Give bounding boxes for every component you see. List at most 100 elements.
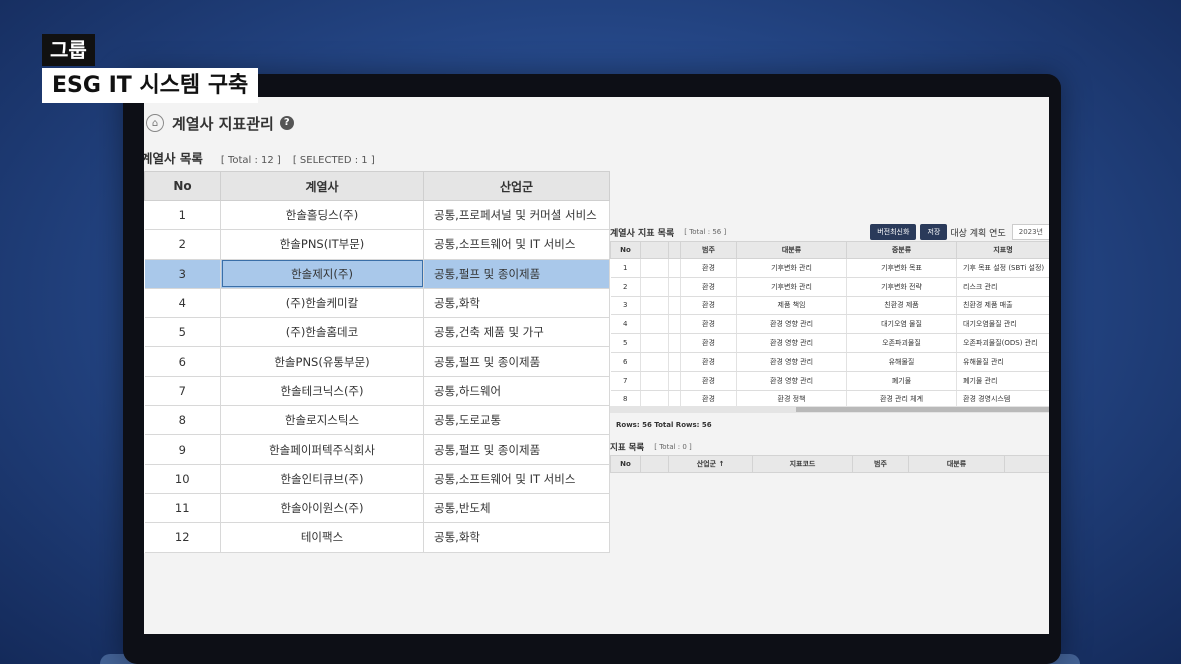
table-row[interactable]: 6 한솔PNS(유통부문) 공통,펄프 및 종이제품	[144, 346, 610, 377]
ind-no: 4	[610, 314, 641, 335]
code-col-code[interactable]: 지표코드	[752, 455, 853, 473]
row-industry: 공통,소프트웨어 및 IT 서비스	[423, 229, 610, 260]
table-row[interactable]: 10 한솔인티큐브(주) 공통,소프트웨어 및 IT 서비스	[144, 464, 610, 494]
col-affiliate[interactable]: 계열사	[220, 171, 424, 201]
affiliate-list-header: 계열사 목록 [ Total : 12 ] [ SELECTED : 1 ]	[144, 148, 375, 167]
table-row[interactable]: 5 (주)한솔홈데코 공통,건축 제품 및 가구	[144, 317, 610, 348]
ind-major: 기후변화 관리	[736, 277, 847, 297]
row-no: 4	[144, 288, 221, 319]
save-button[interactable]: 저장	[920, 224, 948, 240]
table-row[interactable]: 1 환경 기후변화 관리 기후변화 목표 기후 목표 설정 (SBTi 설정)	[610, 258, 1049, 278]
code-col-industry[interactable]: 산업군 ↑	[668, 455, 753, 473]
ind-col-category[interactable]: 범주	[680, 241, 737, 259]
ind-name: 폐기물 관리	[956, 371, 1049, 391]
ind-major: 환경 영향 관리	[736, 352, 847, 372]
ind-major: 제품 책임	[736, 296, 847, 316]
indicator-list-title: 계열사 지표 목록	[610, 228, 675, 239]
caption-title: ESG IT 시스템 구축	[42, 68, 259, 103]
ind-col-no[interactable]: No	[610, 241, 641, 259]
row-affiliate: 한솔제지(주)	[220, 259, 424, 289]
ind-check[interactable]	[640, 371, 669, 391]
indicator-code-header: 지표 목록 [ Total : 0 ]	[610, 441, 692, 453]
plan-year-select[interactable]: 2023년	[1011, 224, 1049, 240]
ind-no: 6	[610, 352, 641, 372]
ind-name: 대기오염물질 관리	[956, 314, 1049, 335]
table-row[interactable]: 8 한솔로지스틱스 공통,도로교통	[144, 405, 610, 436]
table-row[interactable]: 2 한솔PNS(IT부문) 공통,소프트웨어 및 IT 서비스	[144, 229, 610, 260]
table-row[interactable]: 6 환경 환경 영향 관리 유해물질 유해물질 관리	[610, 352, 1049, 372]
horizontal-scrollbar[interactable]	[610, 406, 1049, 413]
ind-check[interactable]	[640, 333, 669, 353]
ind-check[interactable]	[640, 296, 669, 316]
ind-col-major[interactable]: 대분류	[736, 241, 847, 259]
ind-blank	[668, 371, 681, 391]
row-industry: 공통,펄프 및 종이제품	[423, 434, 610, 465]
affiliate-list-title: 계열사 목록	[144, 151, 203, 166]
row-industry: 공통,펄프 및 종이제품	[423, 259, 610, 289]
ind-no: 5	[610, 333, 641, 353]
col-industry[interactable]: 산업군	[423, 171, 610, 201]
home-icon[interactable]: ⌂	[146, 114, 164, 132]
table-row[interactable]: 7 환경 환경 영향 관리 폐기물 폐기물 관리	[610, 371, 1049, 391]
row-industry: 공통,프로페셔널 및 커머셜 서비스	[423, 200, 610, 231]
indicator-panel: 계열사 지표 목록 [ Total : 56 ] 버전최신화 저장 대상 계획 …	[610, 215, 1049, 634]
col-no[interactable]: No	[144, 171, 221, 201]
ind-col-middle[interactable]: 중분류	[846, 241, 957, 259]
code-col-category[interactable]: 범주	[852, 455, 909, 473]
row-no: 11	[144, 493, 221, 524]
ind-check[interactable]	[640, 314, 669, 335]
code-col-extra	[1004, 455, 1049, 473]
ind-name: 오존파괴물질(ODS) 관리	[956, 333, 1049, 353]
ind-col-blank1	[640, 241, 669, 259]
table-row[interactable]: 11 한솔아이원스(주) 공통,반도체	[144, 493, 610, 524]
indicator-code-table: No 산업군 ↑ 지표코드 범주 대분류	[610, 455, 1049, 473]
row-industry: 공통,소프트웨어 및 IT 서비스	[423, 464, 610, 494]
row-no: 1	[144, 200, 221, 231]
row-affiliate: (주)한솔케미칼	[220, 288, 424, 319]
row-affiliate: 한솔홀딩스(주)	[220, 200, 424, 231]
table-row[interactable]: 5 환경 환경 영향 관리 오존파괴물질 오존파괴물질(ODS) 관리	[610, 333, 1049, 353]
row-affiliate: 한솔페이퍼텍주식회사	[220, 434, 424, 465]
code-col-no[interactable]: No	[610, 455, 641, 473]
ind-no: 3	[610, 296, 641, 316]
ind-check[interactable]	[640, 352, 669, 372]
row-industry: 공통,펄프 및 종이제품	[423, 346, 610, 377]
ind-blank	[668, 296, 681, 316]
scrollbar-thumb[interactable]	[796, 407, 1049, 412]
table-row[interactable]: 3 환경 제품 책임 친환경 제품 친환경 제품 매출	[610, 296, 1049, 316]
table-row[interactable]: 12 테이팩스 공통,화학	[144, 522, 610, 553]
code-col-major[interactable]: 대분류	[908, 455, 1005, 473]
table-row[interactable]: 4 (주)한솔케미칼 공통,화학	[144, 288, 610, 319]
affiliate-table: No 계열사 산업군 1 한솔홀딩스(주) 공통,프로페셔널 및 커머셜 서비스 2 한…	[144, 171, 610, 553]
ind-blank	[668, 277, 681, 297]
ind-check[interactable]	[640, 277, 669, 297]
ind-name: 기후 목표 설정 (SBTi 설정)	[956, 258, 1049, 278]
code-col-blank	[640, 455, 669, 473]
ind-name: 리스크 관리	[956, 277, 1049, 297]
row-industry: 공통,하드웨어	[423, 376, 610, 407]
table-row[interactable]: 4 환경 환경 영향 관리 대기오염 물질 대기오염물질 관리	[610, 314, 1049, 335]
table-row[interactable]: 3 한솔제지(주) 공통,펄프 및 종이제품	[144, 259, 610, 289]
ind-no: 7	[610, 371, 641, 391]
row-affiliate: (주)한솔홈데코	[220, 317, 424, 348]
ind-blank	[668, 258, 681, 278]
ind-col-name[interactable]: 지표명	[956, 241, 1049, 259]
ind-no: 1	[610, 258, 641, 278]
page-title: 계열사 지표관리	[172, 114, 274, 133]
ind-category: 환경	[680, 277, 737, 297]
table-row[interactable]: 2 환경 기후변화 관리 기후변화 전략 리스크 관리	[610, 277, 1049, 297]
indicator-total: [ Total : 56 ]	[684, 228, 727, 236]
row-industry: 공통,반도체	[423, 493, 610, 524]
ind-middle: 기후변화 목표	[846, 258, 957, 278]
ind-check[interactable]	[640, 258, 669, 278]
ind-category: 환경	[680, 296, 737, 316]
table-row[interactable]: 9 한솔페이퍼텍주식회사 공통,펄프 및 종이제품	[144, 434, 610, 465]
indicator-code-total: [ Total : 0 ]	[654, 443, 692, 451]
table-row[interactable]: 1 한솔홀딩스(주) 공통,프로페셔널 및 커머셜 서비스	[144, 200, 610, 231]
row-industry: 공통,화학	[423, 522, 610, 553]
table-row[interactable]: 7 한솔테크닉스(주) 공통,하드웨어	[144, 376, 610, 407]
row-affiliate: 한솔아이원스(주)	[220, 493, 424, 524]
version-update-button[interactable]: 버전최신화	[870, 224, 917, 240]
row-affiliate: 한솔인티큐브(주)	[220, 464, 424, 494]
help-icon[interactable]: ?	[279, 116, 294, 130]
